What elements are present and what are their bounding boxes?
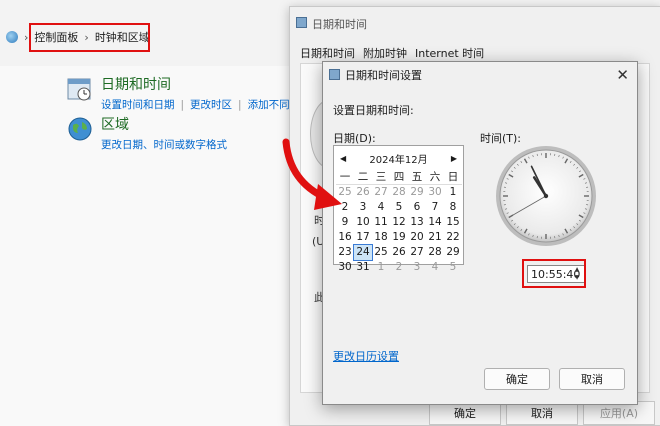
tab-additional-clocks[interactable]: 附加时钟 <box>363 45 407 61</box>
close-icon[interactable]: ✕ <box>616 66 629 84</box>
breadcrumb-highlight-box <box>29 23 150 52</box>
calendar-grid: 一二三四五六日 25 26 27 28 29 30 1 2 3 4 5 6 7 8 9 10 11 12 13 14 15… <box>336 170 462 275</box>
calendar-clock-icon <box>67 78 91 101</box>
dialog-prompt: 设置日期和时间: <box>333 104 414 117</box>
weekday-header: 三 <box>372 170 390 185</box>
link-change-timezone[interactable]: 更改时区 <box>190 99 232 111</box>
cancel-button[interactable]: 取消 <box>559 368 625 390</box>
calendar-day[interactable]: 28 <box>426 245 444 260</box>
calendar-day[interactable]: 19 <box>390 230 408 245</box>
calendar-day[interactable]: 7 <box>426 200 444 215</box>
calendar-day[interactable]: 23 <box>336 245 354 260</box>
back-dialog-title: 日期和时间 <box>312 18 367 31</box>
calendar-day[interactable]: 3 <box>408 260 426 275</box>
breadcrumb-chevron: › <box>24 30 29 44</box>
calendar-day[interactable]: 11 <box>372 215 390 230</box>
calendar-day[interactable]: 6 <box>408 200 426 215</box>
link-set-date-time[interactable]: 设置时间和日期 <box>101 99 175 111</box>
calendar-day[interactable]: 1 <box>444 185 462 200</box>
dialog-icon <box>296 17 307 28</box>
analog-clock <box>496 146 596 246</box>
category-region: 区域 更改日期、时间或数字格式 <box>67 114 227 152</box>
calendar-day[interactable]: 4 <box>426 260 444 275</box>
weekday-header: 六 <box>426 170 444 185</box>
category-region-title[interactable]: 区域 <box>101 114 227 134</box>
calendar-day[interactable]: 22 <box>444 230 462 245</box>
tab-date-time[interactable]: 日期和时间 <box>300 45 355 61</box>
dialog-title: 日期和时间设置 <box>345 69 422 82</box>
calendar-header: ◀ 2024年12月 ▶ <box>334 150 463 166</box>
calendar-month-label[interactable]: 2024年12月 <box>369 151 427 166</box>
category-datetime-title[interactable]: 日期和时间 <box>101 74 300 94</box>
dialog-icon <box>329 69 340 80</box>
control-panel-icon[interactable] <box>6 31 18 43</box>
calendar-day[interactable]: 15 <box>444 215 462 230</box>
calendar-day[interactable]: 26 <box>390 245 408 260</box>
time-highlight-box <box>522 259 586 288</box>
calendar-day[interactable]: 27 <box>372 185 390 200</box>
ok-button[interactable]: 确定 <box>484 368 550 390</box>
calendar-day[interactable]: 16 <box>336 230 354 245</box>
calendar-day[interactable]: 2 <box>390 260 408 275</box>
calendar-day[interactable]: 26 <box>354 185 372 200</box>
calendar-day[interactable]: 29 <box>444 245 462 260</box>
globe-icon <box>68 117 92 141</box>
tab-internet-time[interactable]: Internet 时间 <box>415 45 484 61</box>
calendar-day[interactable]: 5 <box>390 200 408 215</box>
calendar-day[interactable]: 13 <box>408 215 426 230</box>
date-time-settings-dialog: 日期和时间设置 ✕ 设置日期和时间: 日期(D): 时间(T): ◀ 2024年… <box>322 61 638 405</box>
calendar-day[interactable]: 29 <box>408 185 426 200</box>
link-change-formats[interactable]: 更改日期、时间或数字格式 <box>101 139 227 151</box>
calendar-day[interactable]: 18 <box>372 230 390 245</box>
calendar-day[interactable]: 4 <box>372 200 390 215</box>
calendar-day[interactable]: 17 <box>354 230 372 245</box>
category-datetime: 日期和时间 设置时间和日期 | 更改时区 | 添加不同时 <box>67 74 300 112</box>
change-calendar-settings-link[interactable]: 更改日历设置 <box>333 348 399 364</box>
weekday-header: 五 <box>408 170 426 185</box>
next-month-icon[interactable]: ▶ <box>451 154 457 163</box>
calendar-day[interactable]: 27 <box>408 245 426 260</box>
calendar-day[interactable]: 28 <box>390 185 408 200</box>
calendar-day[interactable]: 8 <box>444 200 462 215</box>
calendar-day[interactable]: 12 <box>390 215 408 230</box>
calendar-day[interactable]: 25 <box>372 245 390 260</box>
link-divider: | <box>180 99 185 111</box>
weekday-header: 四 <box>390 170 408 185</box>
red-arrow-icon <box>282 138 342 210</box>
calendar-day[interactable]: 20 <box>408 230 426 245</box>
calendar-day[interactable]: 3 <box>354 200 372 215</box>
dialog-titlebar[interactable]: 日期和时间设置 ✕ <box>323 62 637 88</box>
weekday-header: 二 <box>354 170 372 185</box>
calendar-day[interactable]: 30 <box>336 260 354 275</box>
calendar-day[interactable]: 21 <box>426 230 444 245</box>
link-divider: | <box>238 99 242 111</box>
calendar-day[interactable]: 14 <box>426 215 444 230</box>
weekday-header: 日 <box>444 170 462 185</box>
calendar-day[interactable]: 1 <box>372 260 390 275</box>
back-dialog-tabs: 日期和时间 附加时钟 Internet 时间 <box>300 45 484 61</box>
calendar-day[interactable]: 24 <box>353 244 373 261</box>
calendar-day[interactable]: 30 <box>426 185 444 200</box>
calendar: ◀ 2024年12月 ▶ 一二三四五六日 25 26 27 28 29 30 1 2 3 4 5 6 7 8… <box>333 145 464 273</box>
calendar-day[interactable]: 9 <box>336 215 354 230</box>
calendar-day[interactable]: 10 <box>354 215 372 230</box>
calendar-day[interactable]: 5 <box>444 260 462 275</box>
calendar-day[interactable]: 31 <box>354 260 372 275</box>
